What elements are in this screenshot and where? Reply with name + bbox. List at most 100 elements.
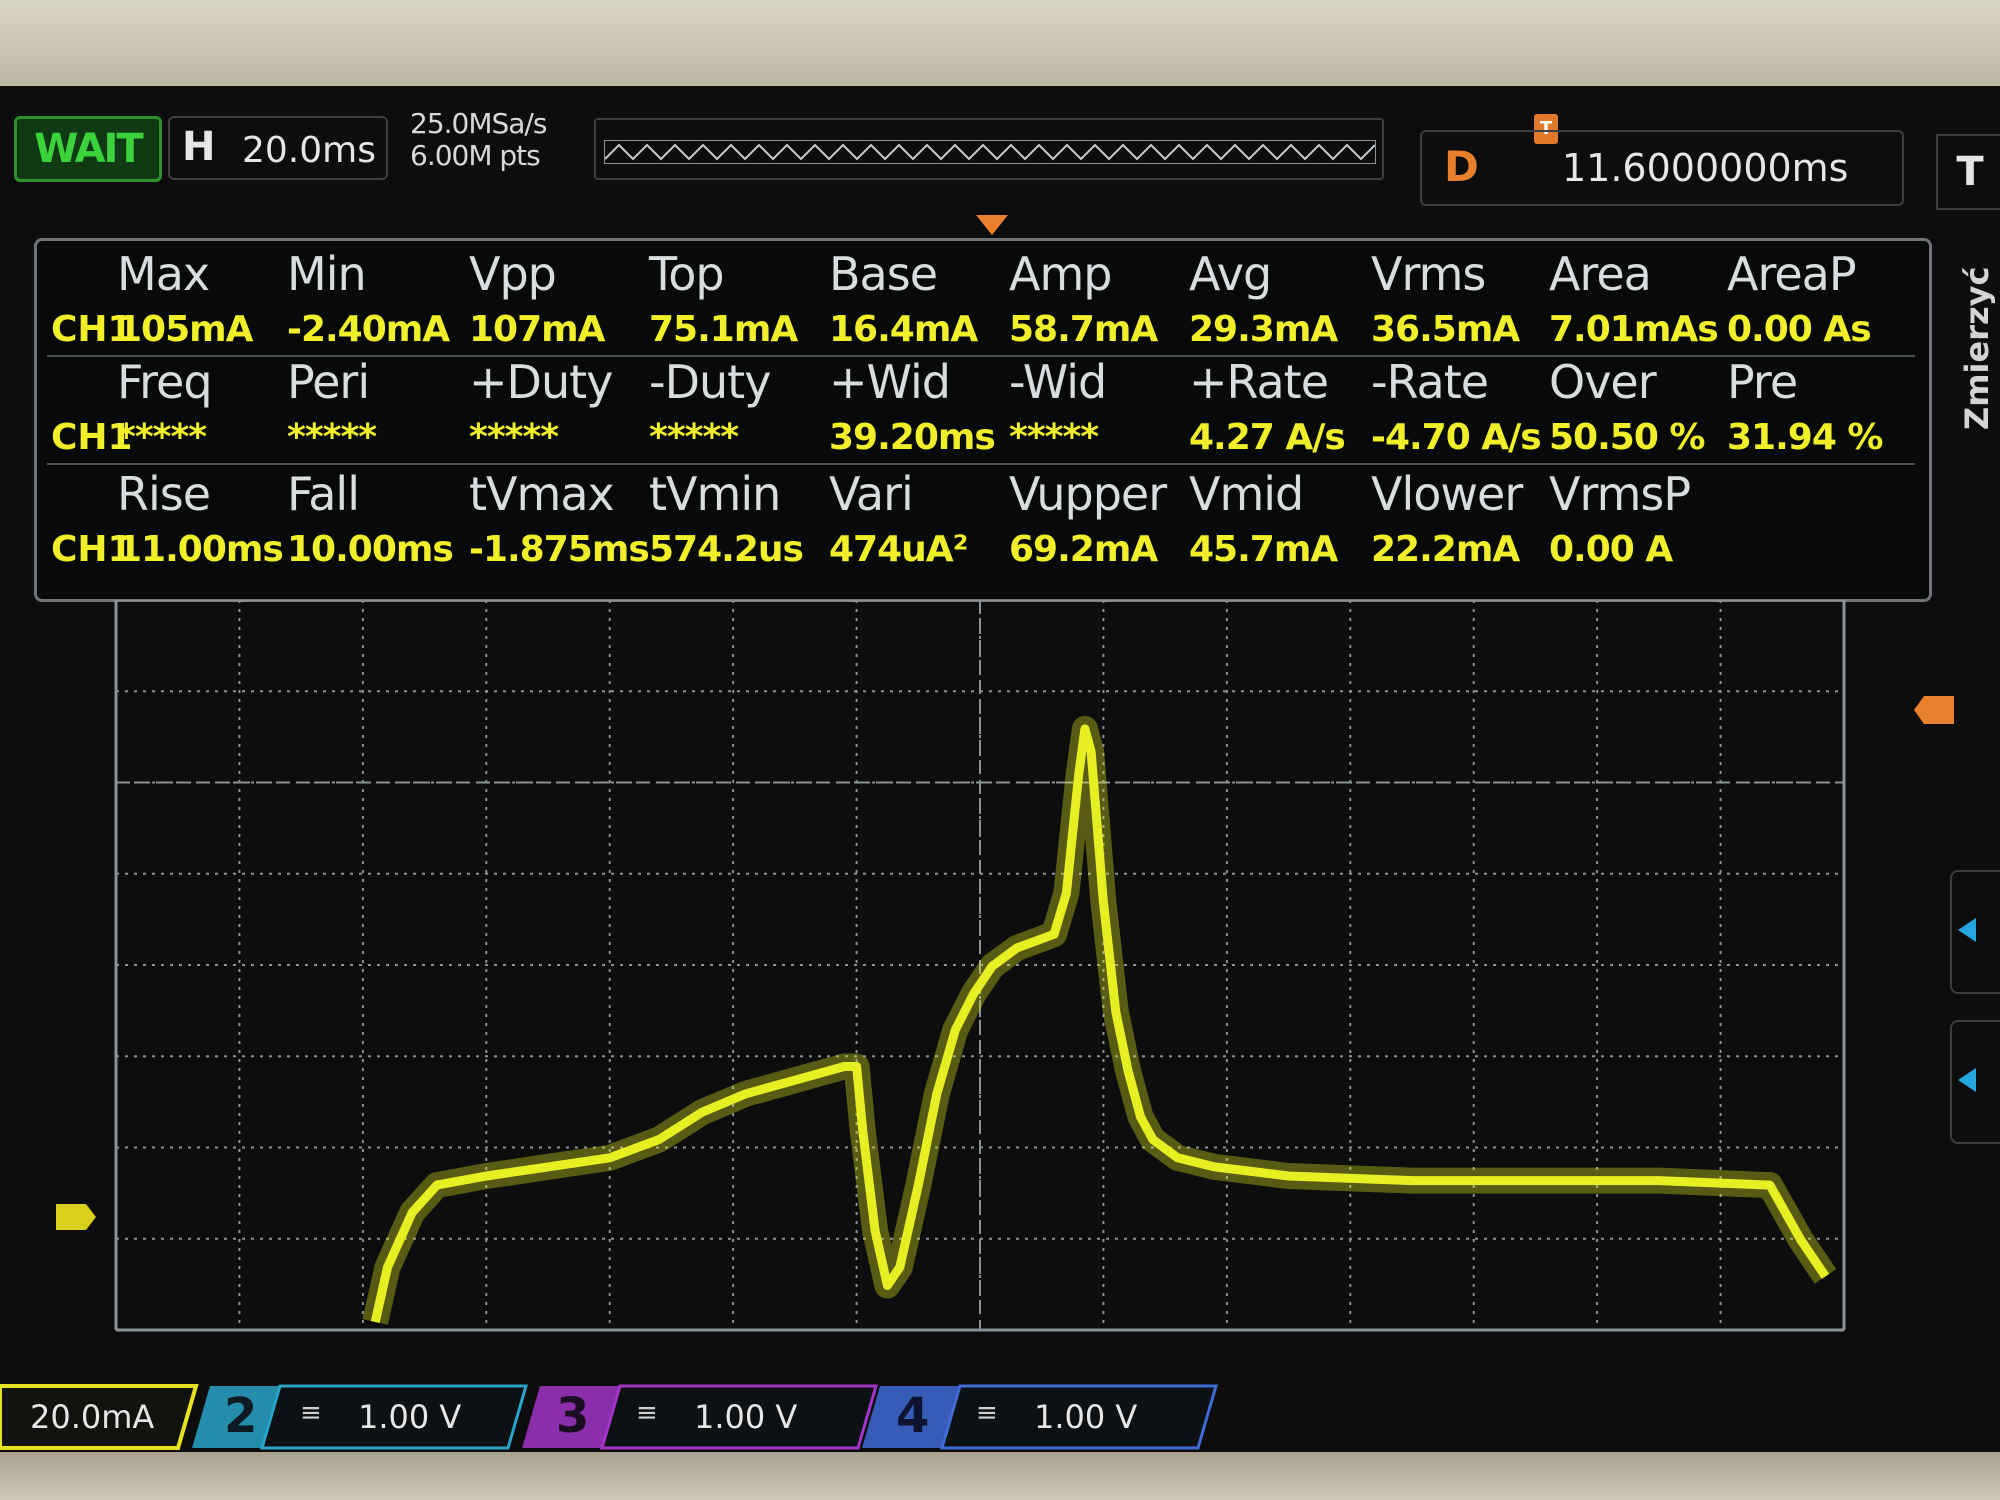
monitor-bezel-top: [0, 0, 2000, 86]
measurement-header: -Wid: [1009, 355, 1107, 409]
left-arrow-icon: [1958, 1068, 1976, 1092]
measurement-header: Top: [649, 247, 725, 301]
measurement-value: 474uA²: [829, 529, 968, 570]
measurement-value: 16.4mA: [829, 309, 978, 350]
measurement-value: 107mA: [469, 309, 606, 350]
measurement-header: Over: [1549, 355, 1657, 409]
measurement-header: Peri: [287, 355, 370, 409]
measurement-header: +Rate: [1189, 355, 1329, 409]
measurement-value: 36.5mA: [1371, 309, 1520, 350]
measurement-header: Vpp: [469, 247, 557, 301]
measurement-value: -2.40mA: [287, 309, 450, 350]
timebase-key: H: [182, 124, 216, 170]
measurement-row-divider: [47, 463, 1915, 465]
timebase-box[interactable]: H 20.0ms: [168, 116, 388, 180]
measurement-header: Vrms: [1371, 247, 1486, 301]
measurement-header: Vari: [829, 467, 914, 521]
measurement-header: +Wid: [829, 355, 951, 409]
memory-zigzag: [604, 143, 1376, 161]
measurement-value: 11.00ms: [117, 529, 284, 570]
channel-1-scale: 20.0mA: [30, 1398, 155, 1436]
measurement-header: Pre: [1727, 355, 1798, 409]
measurement-header: Max: [117, 247, 210, 301]
channel-3-coupling-icon: ≡: [636, 1398, 658, 1428]
measurement-value: 22.2mA: [1371, 529, 1520, 570]
waveform-grid: [114, 600, 1846, 1332]
channel-3-number: 3: [556, 1388, 590, 1444]
channel-2-tab[interactable]: 2 ≡ 1.00 V: [190, 1384, 530, 1450]
status-bar: WAIT H 20.0ms 25.0MSa/s 6.00M pts T D 11…: [0, 100, 2000, 210]
measurement-value: 4.27 A/s: [1189, 417, 1346, 458]
measurement-header: Freq: [117, 355, 213, 409]
trigger-menu-button[interactable]: T: [1936, 134, 2000, 210]
channel-3-tab[interactable]: 3 ≡ 1.00 V: [520, 1384, 880, 1450]
measurement-value: 75.1mA: [649, 309, 798, 350]
delay-key: D: [1444, 142, 1479, 191]
measurement-value: 574.2us: [649, 529, 804, 570]
measurement-header: +Duty: [469, 355, 613, 409]
measurement-value: 29.3mA: [1189, 309, 1338, 350]
channel-2-coupling-icon: ≡: [300, 1398, 322, 1428]
measurement-header: Vmid: [1189, 467, 1304, 521]
channel-2-number: 2: [224, 1388, 258, 1444]
measurement-value: 39.20ms: [829, 417, 996, 458]
measurement-value: -1.875ms: [469, 529, 650, 570]
channel-1-tab[interactable]: 20.0mA: [0, 1384, 199, 1450]
measurement-header: Base: [829, 247, 938, 301]
trigger-level-marker[interactable]: [1914, 696, 1954, 724]
acquisition-info: 25.0MSa/s 6.00M pts: [410, 107, 547, 172]
measurement-value: 0.00 A: [1549, 529, 1673, 570]
measurement-header: Avg: [1189, 247, 1272, 301]
measurement-header: tVmin: [649, 467, 781, 521]
run-stop-indicator[interactable]: WAIT: [14, 116, 162, 182]
measurement-value: *****: [117, 417, 207, 458]
measurement-header: Area: [1549, 247, 1652, 301]
measurement-value: 50.50 %: [1549, 417, 1705, 458]
measurement-value: 10.00ms: [287, 529, 454, 570]
measurement-header: tVmax: [469, 467, 615, 521]
memory-overview-waveform: [604, 140, 1376, 164]
measurement-header: Amp: [1009, 247, 1112, 301]
channel-bar: 20.0mA 2 ≡ 1.00 V 3 ≡ 1.00 V 4 ≡ 1.00 V: [0, 1384, 2000, 1452]
measurement-header: Vupper: [1009, 467, 1167, 521]
measurement-panel: Max Min Vpp Top Base Amp Avg Vrms Area AreaP CH1 10…: [34, 238, 1932, 602]
measurement-header: -Rate: [1371, 355, 1489, 409]
trigger-time-arrow-icon: [976, 215, 1008, 235]
channel-4-tab[interactable]: 4 ≡ 1.00 V: [860, 1384, 1220, 1450]
channel-4-number: 4: [896, 1388, 930, 1444]
measurement-header: VrmsP: [1549, 467, 1691, 521]
measure-side-label[interactable]: Zmierzyć: [1958, 267, 1996, 430]
measurement-header: Rise: [117, 467, 211, 521]
measurement-header: Fall: [287, 467, 360, 521]
channel-4-scale: 1.00 V: [1034, 1398, 1138, 1436]
measurement-value: 0.00 As: [1727, 309, 1872, 350]
memory-overview-bar[interactable]: T: [594, 114, 1558, 180]
waveform-display[interactable]: [60, 600, 1900, 1340]
measurement-value: -4.70 A/s: [1371, 417, 1542, 458]
measurement-value: *****: [649, 417, 739, 458]
measurement-value: 31.94 %: [1727, 417, 1883, 458]
monitor-bezel-bottom: [0, 1452, 2000, 1500]
channel-4-coupling-icon: ≡: [976, 1398, 998, 1428]
measurement-value: 58.7mA: [1009, 309, 1158, 350]
measurement-value: *****: [469, 417, 559, 458]
measurement-value: 45.7mA: [1189, 529, 1338, 570]
sample-rate: 25.0MSa/s: [410, 107, 547, 140]
measurement-value: *****: [287, 417, 377, 458]
measurement-header: Min: [287, 247, 367, 301]
ch1-trace: [370, 724, 1830, 1323]
measurement-value: 105mA: [117, 309, 254, 350]
channel-3-scale: 1.00 V: [694, 1398, 798, 1436]
timebase-value: 20.0ms: [242, 130, 376, 171]
measurement-value: *****: [1009, 417, 1099, 458]
side-panel-button-lower[interactable]: [1950, 1020, 2000, 1144]
measurement-value: 7.01mAs: [1549, 309, 1719, 350]
measurement-value: 69.2mA: [1009, 529, 1158, 570]
measurement-header: -Duty: [649, 355, 771, 409]
measurement-header: Vlower: [1371, 467, 1523, 521]
delay-value: 11.6000000ms: [1562, 146, 1849, 190]
horizontal-delay-box[interactable]: D 11.6000000ms: [1420, 130, 1904, 206]
side-panel-button-upper[interactable]: [1950, 870, 2000, 994]
channel-2-scale: 1.00 V: [358, 1398, 462, 1436]
measurement-header: AreaP: [1727, 247, 1857, 301]
